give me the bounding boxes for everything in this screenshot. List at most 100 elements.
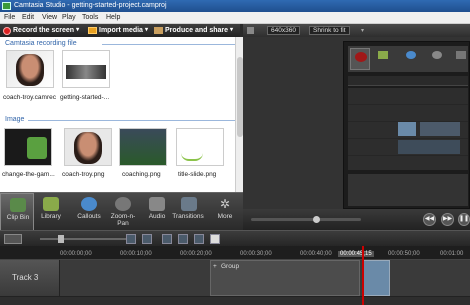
- clip-bin-panel: Camtasia recording file coach-troy.camre…: [0, 37, 243, 192]
- image-thumbnail: [27, 137, 47, 159]
- timeline-ruler[interactable]: 00:00:00;00 00:00:10;00 00:00:20;00 00:0…: [0, 246, 470, 260]
- tab-more[interactable]: ✲ More: [208, 193, 242, 231]
- tab-label: Zoom-n-Pan: [110, 213, 136, 227]
- preview-toolbar: 640x360 Shrink to fit ▾: [243, 24, 470, 37]
- clip-thumb-title-slide[interactable]: [176, 128, 224, 166]
- record-icon: [3, 26, 11, 35]
- clip-thumb-coaching[interactable]: [119, 128, 167, 166]
- playhead-time: 00:00:45;15: [338, 251, 374, 257]
- split-icon[interactable]: [210, 234, 220, 244]
- clip-caption: change-the-gam...: [2, 171, 55, 178]
- clip-caption: title-slide.png: [178, 171, 217, 178]
- face-thumbnail: [16, 54, 44, 86]
- audio-icon: [149, 197, 165, 211]
- record-button[interactable]: Record the screen ▾: [3, 24, 79, 37]
- tab-label: Callouts: [77, 213, 101, 220]
- zoom-icon: [115, 197, 131, 211]
- nested-callouts-icon: [406, 51, 416, 59]
- more-icon: ✲: [219, 197, 231, 211]
- nested-footer: [348, 174, 468, 206]
- window-title: Camtasia Studio - getting-started-projec…: [14, 2, 167, 9]
- transitions-icon: [181, 197, 197, 211]
- ruler-tick: 00:00:30;00: [240, 251, 272, 257]
- ruler-tick: 00:00:20;00: [180, 251, 212, 257]
- video-strip-thumbnail: [66, 65, 106, 79]
- settings-gear-icon[interactable]: [4, 234, 22, 244]
- tab-zoom-n-pan[interactable]: Zoom-n-Pan: [106, 193, 140, 231]
- clip-bin-icon: [10, 198, 26, 212]
- tab-label: More: [217, 213, 233, 220]
- swoosh-graphic: [181, 153, 203, 161]
- import-label: Import media: [99, 27, 143, 34]
- import-media-button[interactable]: Import media ▾: [88, 24, 148, 37]
- tab-clip-bin[interactable]: Clip Bin: [0, 193, 34, 231]
- produce-dropdown-icon: ▾: [230, 27, 234, 33]
- cut-icon[interactable]: [162, 234, 172, 244]
- tab-label: Transitions: [172, 213, 204, 220]
- zoom-slider[interactable]: [40, 238, 130, 240]
- timeline-clip[interactable]: [362, 260, 390, 296]
- group-label: Group: [221, 263, 240, 270]
- menu-tools[interactable]: Tools: [82, 12, 98, 24]
- menu-file[interactable]: File: [4, 12, 15, 24]
- tab-callouts[interactable]: Callouts: [72, 193, 106, 231]
- pause-button[interactable]: ❚❚: [458, 213, 470, 226]
- produce-share-button[interactable]: Produce and share ▾: [154, 24, 233, 37]
- zoom-slider-handle[interactable]: [58, 235, 64, 243]
- zoom-fit-select[interactable]: Shrink to fit: [309, 26, 350, 35]
- timeline-track[interactable]: Track 3 + Group: [0, 260, 470, 296]
- group-expand-icon[interactable]: +: [213, 263, 217, 270]
- callouts-icon: [81, 197, 97, 211]
- record-dropdown-icon: ▾: [76, 27, 80, 33]
- track-label: Track 3: [0, 260, 60, 296]
- tab-label: Audio: [148, 213, 166, 220]
- section-divider: [102, 44, 236, 45]
- title-bar: Camtasia Studio - getting-started-projec…: [0, 0, 470, 12]
- nested-clip: [398, 140, 460, 154]
- undo-icon[interactable]: [126, 234, 136, 244]
- nested-clip: [398, 122, 416, 136]
- menu-play[interactable]: Play: [62, 12, 76, 24]
- clip-thumb-coach-troy-camrec[interactable]: [6, 50, 54, 88]
- nested-tracks: [348, 88, 468, 170]
- task-tab-strip: Clip Bin Library Callouts Zoom-n-Pan Aud…: [0, 192, 243, 231]
- fit-dropdown-icon[interactable]: ▾: [361, 27, 364, 34]
- nested-clip-bin-icon: [350, 48, 370, 70]
- preview-panel: 640x360 Shrink to fit ▾ ◀◀ ▶▶ ❚❚: [243, 24, 470, 230]
- clip-thumb-change-the-game[interactable]: [4, 128, 52, 166]
- playhead[interactable]: [362, 246, 364, 305]
- menu-edit[interactable]: Edit: [22, 12, 34, 24]
- import-dropdown-icon: ▾: [144, 27, 148, 33]
- clip-thumb-getting-started[interactable]: [62, 50, 110, 88]
- redo-icon[interactable]: [142, 234, 152, 244]
- tab-transitions[interactable]: Transitions: [172, 193, 204, 231]
- main-toolbar: Record the screen ▾ Import media ▾ Produ…: [0, 24, 240, 37]
- seek-slider[interactable]: [251, 218, 361, 221]
- rewind-button[interactable]: ◀◀: [423, 213, 436, 226]
- clip-caption: coach-troy.camrec: [3, 94, 56, 101]
- ruler-tick: 00:00:10;00: [120, 251, 152, 257]
- seek-handle[interactable]: [313, 216, 320, 223]
- ruler-tick: 00:01:00: [440, 251, 464, 257]
- menu-view[interactable]: View: [42, 12, 57, 24]
- tab-label: Clip Bin: [6, 214, 30, 221]
- clip-caption: getting-started-...: [60, 94, 110, 101]
- preview-canvas[interactable]: [343, 41, 470, 209]
- timeline-toolbar: [0, 230, 470, 246]
- nested-ui-tabs: [348, 46, 468, 72]
- group-clip[interactable]: + Group: [210, 260, 360, 296]
- ruler-tick: 00:00:40;00: [300, 251, 332, 257]
- forward-button[interactable]: ▶▶: [441, 213, 454, 226]
- clip-bin-scrollbar[interactable]: [235, 37, 243, 192]
- tab-audio[interactable]: Audio: [140, 193, 174, 231]
- tab-library[interactable]: Library: [34, 193, 68, 231]
- paste-icon[interactable]: [194, 234, 204, 244]
- section-images: Image: [5, 116, 25, 123]
- menu-help[interactable]: Help: [106, 12, 120, 24]
- copy-icon[interactable]: [178, 234, 188, 244]
- section-divider: [28, 120, 236, 121]
- timeline-track[interactable]: [0, 296, 470, 305]
- tab-label: Library: [41, 213, 61, 220]
- clip-thumb-coach-troy-png[interactable]: [64, 128, 112, 166]
- preview-size-select[interactable]: 640x360: [267, 26, 300, 35]
